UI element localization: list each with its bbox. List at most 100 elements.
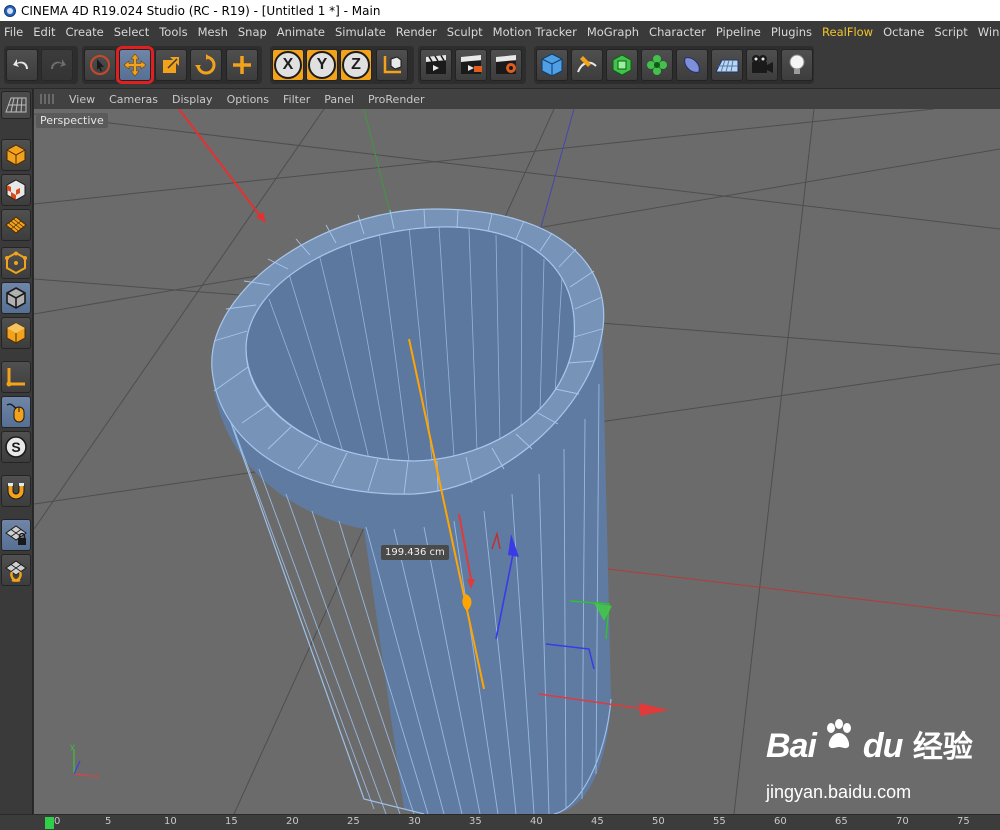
- svg-text:x: x: [94, 772, 99, 781]
- subdivision-surface-button[interactable]: [606, 49, 638, 81]
- texture-mode-icon: [6, 179, 26, 201]
- light-button[interactable]: [781, 49, 813, 81]
- floor-icon: [715, 59, 739, 73]
- tweak-mode-button[interactable]: [1, 396, 31, 428]
- axis-indicator: y x: [70, 742, 99, 781]
- scale-icon: [163, 57, 179, 73]
- viewport-grip-icon[interactable]: [40, 94, 54, 104]
- recent-tool-button[interactable]: [226, 49, 258, 81]
- menu-animate[interactable]: Animate: [272, 21, 330, 43]
- pen-icon: [577, 56, 597, 73]
- menu-sculpt[interactable]: Sculpt: [442, 21, 488, 43]
- cloner-icon: [647, 55, 667, 75]
- pen-tool-button[interactable]: [571, 49, 603, 81]
- timeline-tick: 40: [530, 816, 543, 827]
- menu-mesh[interactable]: Mesh: [193, 21, 233, 43]
- menu-file[interactable]: File: [0, 21, 28, 43]
- redo-icon: [51, 59, 66, 69]
- menu-motion-tracker[interactable]: Motion Tracker: [488, 21, 582, 43]
- planar-workplane-button[interactable]: [1, 554, 31, 586]
- deformer-button[interactable]: [676, 49, 708, 81]
- current-frame-marker[interactable]: [45, 817, 54, 829]
- workplane-icon: [5, 216, 27, 234]
- snap-button[interactable]: [1, 475, 31, 507]
- camera-label[interactable]: Perspective: [36, 113, 108, 128]
- menu-render[interactable]: Render: [391, 21, 442, 43]
- timeline-tick: 45: [591, 816, 604, 827]
- scale-tool-button[interactable]: [155, 49, 187, 81]
- viewport-menu-view[interactable]: View: [62, 93, 102, 106]
- viewport-scene[interactable]: y x: [34, 109, 1000, 814]
- points-mode-button[interactable]: [1, 247, 31, 279]
- render-view-button[interactable]: [420, 49, 452, 81]
- live-selection-icon: [90, 55, 110, 75]
- edit-render-settings-button[interactable]: [490, 49, 522, 81]
- rotate-icon: [195, 54, 216, 75]
- viewport-menu-prorender[interactable]: ProRender: [361, 93, 432, 106]
- viewport-menu-bar: View Cameras Display Options Filter Pane…: [34, 89, 1000, 109]
- rotate-tool-button[interactable]: [190, 49, 222, 81]
- viewport-menu-cameras[interactable]: Cameras: [102, 93, 165, 106]
- z-axis-button[interactable]: Z: [340, 49, 372, 81]
- watermark-brand-left: Bai: [766, 727, 817, 765]
- cloner-button[interactable]: [641, 49, 673, 81]
- axis-mode-icon: [6, 368, 25, 387]
- menu-script[interactable]: Script: [929, 21, 972, 43]
- x-axis-button[interactable]: X: [272, 49, 304, 81]
- menu-plugins[interactable]: Plugins: [766, 21, 817, 43]
- floor-button[interactable]: [711, 49, 743, 81]
- viewport-menu-options[interactable]: Options: [220, 93, 276, 106]
- menu-select[interactable]: Select: [109, 21, 154, 43]
- menu-snap[interactable]: Snap: [233, 21, 272, 43]
- polygons-mode-button[interactable]: [1, 317, 31, 349]
- tube-object[interactable]: [211, 208, 612, 814]
- menu-create[interactable]: Create: [61, 21, 109, 43]
- grid-toggle[interactable]: [1, 91, 31, 119]
- timeline-tick: 15: [225, 816, 238, 827]
- menu-realflow[interactable]: RealFlow: [817, 21, 878, 43]
- locked-workplane-button[interactable]: [1, 519, 31, 551]
- menu-edit[interactable]: Edit: [28, 21, 60, 43]
- menu-character[interactable]: Character: [644, 21, 711, 43]
- menu-octane[interactable]: Octane: [878, 21, 929, 43]
- menu-tools[interactable]: Tools: [154, 21, 192, 43]
- viewport-menu-display[interactable]: Display: [165, 93, 220, 106]
- camera-icon: [752, 55, 773, 73]
- undo-icon: [13, 59, 28, 69]
- y-axis-button[interactable]: Y: [306, 49, 338, 81]
- cube-object-button[interactable]: [536, 49, 568, 81]
- camera-button[interactable]: [746, 49, 778, 81]
- solo-button[interactable]: S: [1, 431, 31, 463]
- model-mode-button[interactable]: [1, 139, 31, 171]
- model-mode-icon: [6, 144, 26, 166]
- timeline-tick: 5: [105, 816, 112, 827]
- timeline-tick: 0: [54, 816, 61, 827]
- texture-mode-button[interactable]: [1, 174, 31, 206]
- menu-mograph[interactable]: MoGraph: [582, 21, 644, 43]
- live-selection-button[interactable]: [84, 49, 116, 81]
- cube-icon: [541, 53, 563, 77]
- workplane-button[interactable]: [1, 209, 31, 241]
- perspective-viewport[interactable]: y x Perspective 199.436 cm: [34, 109, 1000, 814]
- timeline-ruler[interactable]: 0 5 10 15 20 25 30 35 40 45 50 55 60 65 …: [0, 814, 1000, 830]
- x-axis-icon: X: [274, 51, 302, 79]
- render-picture-viewer-button[interactable]: [455, 49, 487, 81]
- edges-mode-button[interactable]: [1, 282, 31, 314]
- axis-mode-button[interactable]: [1, 361, 31, 393]
- redo-button[interactable]: [41, 49, 73, 81]
- timeline-tick: 75: [957, 816, 970, 827]
- coordinate-system-button[interactable]: [376, 49, 408, 81]
- undo-button[interactable]: [6, 49, 38, 81]
- render-picture-viewer-icon: [461, 55, 482, 74]
- move-tool-button[interactable]: [116, 46, 154, 84]
- menu-simulate[interactable]: Simulate: [330, 21, 391, 43]
- timeline-tick: 55: [713, 816, 726, 827]
- paw-icon: [827, 719, 852, 749]
- timeline-tick: 60: [774, 816, 787, 827]
- timeline-tick: 30: [408, 816, 421, 827]
- menu-window[interactable]: Window: [973, 21, 1000, 43]
- watermark-url: jingyan.baidu.com: [766, 782, 912, 802]
- viewport-menu-filter[interactable]: Filter: [276, 93, 317, 106]
- viewport-menu-panel[interactable]: Panel: [317, 93, 361, 106]
- menu-pipeline[interactable]: Pipeline: [711, 21, 766, 43]
